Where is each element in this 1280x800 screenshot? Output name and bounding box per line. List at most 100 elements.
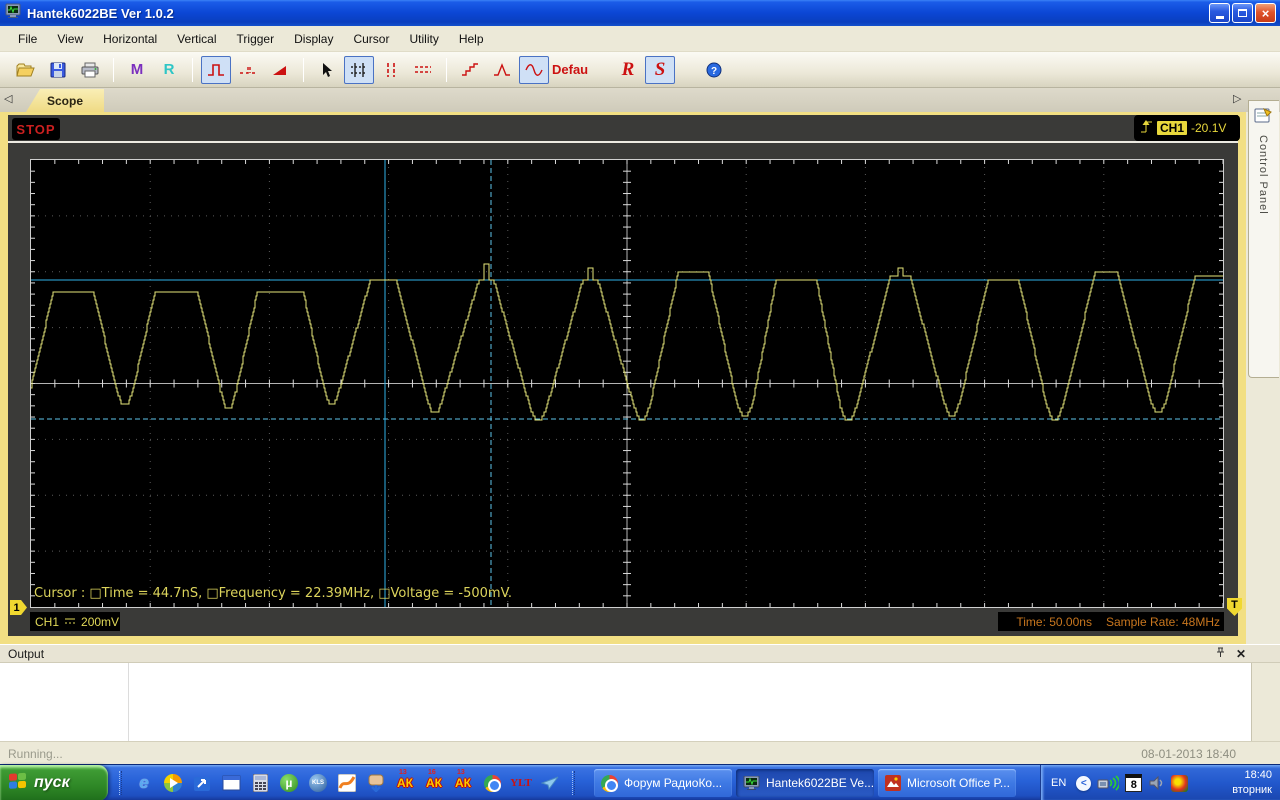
channel1-position-marker[interactable]: 1 <box>10 600 27 615</box>
scope-screen[interactable]: Cursor : □Time = 44.7nS, □Frequency = 22… <box>30 159 1224 608</box>
ak-3-icon[interactable]: АК 13 <box>453 769 473 793</box>
window-title: Hantek6022BE Ver 1.0.2 <box>27 5 174 21</box>
default-setup-button[interactable]: Defau <box>551 56 589 84</box>
menu-trigger[interactable]: Trigger <box>227 28 285 50</box>
taskbar-button-label: Microsoft Office P... <box>907 776 1010 790</box>
media-player-icon[interactable] <box>163 773 183 793</box>
trigger-level-value: -20.1V <box>1191 121 1227 135</box>
ylt-icon[interactable]: YLT <box>510 773 532 793</box>
ak-1-icon[interactable]: АК 13 <box>395 769 415 793</box>
channel1-info[interactable]: CH1 200mV <box>30 612 120 631</box>
status-datetime: 08-01-2013 18:40 <box>1141 747 1236 761</box>
calculator-icon[interactable] <box>250 773 270 793</box>
wave-sine-button[interactable] <box>519 55 549 84</box>
chrome-icon[interactable] <box>482 773 502 793</box>
kls-icon[interactable]: KLS <box>308 773 328 793</box>
antivirus-icon[interactable] <box>1171 774 1189 792</box>
restore-button[interactable] <box>1232 3 1253 23</box>
cursor-vertical-button[interactable] <box>376 56 406 84</box>
network-icon[interactable] <box>1097 774 1120 792</box>
taskbar-button-label: Hantek6022BE Ve... <box>766 776 874 790</box>
reference-button[interactable]: R <box>154 56 184 84</box>
control-panel-icon <box>1254 107 1273 129</box>
toolbar-separator <box>113 57 114 82</box>
menu-help[interactable]: Help <box>449 28 494 50</box>
utorrent-icon[interactable]: µ <box>279 773 299 793</box>
toolbar: M R Defau R S? <box>0 52 1280 88</box>
cursor-cross-button[interactable] <box>344 55 374 84</box>
task-buttons: Форум РадиоКо... Hantek6022BE Ve... Micros… <box>594 769 1016 797</box>
eject-arrow-icon[interactable] <box>192 773 212 793</box>
minimize-button[interactable] <box>1209 3 1230 23</box>
output-panel-title: Output <box>8 646 45 661</box>
tab-scroll-left-icon[interactable]: ◁ <box>4 92 12 105</box>
script-s-button[interactable]: S <box>645 55 675 84</box>
taskbar-button-hantek[interactable]: Hantek6022BE Ve... <box>736 769 874 797</box>
cursor-horizontal-button[interactable] <box>408 56 438 84</box>
pointer-icon <box>323 62 332 77</box>
menu-utility[interactable]: Utility <box>399 28 448 50</box>
print-button[interactable] <box>75 56 105 84</box>
ak-2-icon[interactable]: АК 16 <box>424 769 444 793</box>
control-panel-tab[interactable]: Control Panel <box>1248 100 1279 378</box>
scope-inner-area: STOP CH1 -20.1V Cursor : □Time = 44.7nS,… <box>8 115 1242 636</box>
paper-plane-icon[interactable] <box>540 773 560 793</box>
language-indicator[interactable]: EN <box>1051 777 1066 789</box>
trigger-edge-button[interactable] <box>201 55 231 84</box>
internet-explorer-icon[interactable]: e <box>134 773 154 793</box>
trigger-slope-icon <box>273 65 286 75</box>
calendar-icon[interactable]: 8 <box>1125 774 1143 792</box>
dc-coupling-icon <box>64 615 76 629</box>
status-bar: Running... 08-01-2013 18:40 <box>0 741 1280 764</box>
menu-vertical[interactable]: Vertical <box>167 28 226 50</box>
pin-icon[interactable] <box>1215 645 1226 663</box>
taskbar-drag-handle[interactable] <box>119 771 122 795</box>
taskbar-button-picture-manager[interactable]: Microsoft Office P... <box>878 769 1016 797</box>
window-app-icon[interactable] <box>221 773 241 793</box>
script-r-button[interactable]: R <box>613 56 643 84</box>
menu-cursor[interactable]: Cursor <box>343 28 399 50</box>
trigger-slope-button[interactable] <box>265 56 295 84</box>
menu-view[interactable]: View <box>47 28 93 50</box>
clock[interactable]: 18:40 вторник <box>1232 768 1272 798</box>
help-button[interactable]: ? <box>699 56 729 84</box>
hand-download-icon[interactable] <box>366 773 386 793</box>
close-panel-icon[interactable]: ✕ <box>1236 647 1246 661</box>
menu-horizontal[interactable]: Horizontal <box>93 28 167 50</box>
start-button[interactable]: пуск <box>0 765 108 800</box>
tab-scope[interactable]: Scope <box>26 89 104 112</box>
open-file-button[interactable] <box>11 56 41 84</box>
status-text: Running... <box>8 747 63 761</box>
menu-file[interactable]: File <box>8 28 47 50</box>
reference-icon: R <box>163 61 175 78</box>
run-stop-indicator[interactable]: STOP <box>12 118 60 140</box>
wave-step-button[interactable] <box>455 56 485 84</box>
taskbar-drag-handle[interactable] <box>572 771 575 795</box>
cursor-readout: Cursor : □Time = 44.7nS, □Frequency = 22… <box>34 586 512 601</box>
save-file-icon <box>50 62 66 77</box>
cursor-vertical-icon <box>387 62 395 77</box>
close-button[interactable]: × <box>1255 3 1276 23</box>
restore-icon <box>1238 9 1247 17</box>
tab-scroll-right-icon[interactable]: ▷ <box>1233 92 1241 105</box>
trigger-pulse-button[interactable] <box>233 56 263 84</box>
trigger-position-marker[interactable]: T <box>1227 598 1242 616</box>
channel1-name: CH1 <box>35 614 60 629</box>
output-panel-header: Output ✕ <box>0 644 1280 663</box>
pointer-button[interactable] <box>312 56 342 84</box>
save-file-button[interactable] <box>43 56 73 84</box>
collapse-chevron-icon[interactable]: < <box>1076 775 1092 791</box>
marker1-label: 1 <box>13 601 20 614</box>
print-icon <box>81 62 99 77</box>
math-button[interactable]: M <box>122 56 152 84</box>
taskbar-button-label: Форум РадиоКо... <box>624 776 723 790</box>
image-viewer-icon[interactable] <box>337 773 357 793</box>
markerT-label: T <box>1231 599 1238 611</box>
wave-peak-button[interactable] <box>487 56 517 84</box>
menu-display[interactable]: Display <box>284 28 343 50</box>
volume-icon[interactable] <box>1148 775 1165 791</box>
default-setup-label: Defau <box>552 62 588 77</box>
scope-panel: STOP CH1 -20.1V Cursor : □Time = 44.7nS,… <box>0 112 1246 644</box>
taskbar-button-chrome[interactable]: Форум РадиоКо... <box>594 769 732 797</box>
tab-scope-label: Scope <box>46 93 83 108</box>
